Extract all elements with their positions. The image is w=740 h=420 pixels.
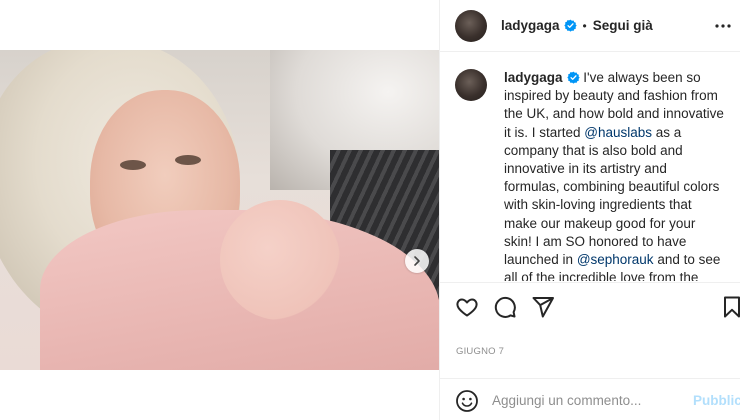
emoji-button[interactable]: [455, 389, 479, 413]
save-button[interactable]: [718, 293, 740, 321]
author-avatar[interactable]: [455, 9, 487, 42]
mention-sephorauk[interactable]: @sephorauk: [577, 252, 654, 267]
post-date[interactable]: GIUGNO 7: [456, 346, 504, 357]
comment-icon: [494, 296, 516, 318]
post-header: ladygaga • Segui già: [440, 0, 740, 52]
like-button[interactable]: [453, 293, 481, 321]
caption-text: ladygaga I've always been so inspired by…: [504, 69, 724, 281]
verified-badge-icon: [563, 19, 577, 32]
heart-icon: [456, 298, 478, 317]
post-photo[interactable]: [0, 50, 439, 370]
comment-input[interactable]: [492, 389, 682, 411]
photo-right-eye: [175, 155, 201, 165]
more-horizontal-icon: [715, 24, 731, 28]
caption-username[interactable]: ladygaga: [504, 70, 563, 85]
caption-author-avatar[interactable]: [455, 69, 487, 101]
photo-left-eye: [120, 160, 146, 170]
mention-hauslabs[interactable]: @hauslabs: [584, 125, 652, 140]
following-button[interactable]: Segui già: [593, 18, 653, 33]
carousel-next-button[interactable]: [405, 249, 429, 273]
chevron-right-icon: [414, 256, 420, 266]
post-media-column: [0, 0, 439, 420]
photo-hand: [220, 200, 340, 320]
caption-row: ladygaga I've always been so inspired by…: [440, 53, 740, 281]
post-side-panel: ladygaga • Segui già ladygaga I've alway…: [439, 0, 740, 420]
author-username[interactable]: ladygaga: [501, 18, 560, 33]
comment-button[interactable]: [491, 293, 519, 321]
verified-badge-icon: [566, 71, 580, 84]
share-button[interactable]: [529, 293, 557, 321]
send-icon: [532, 297, 554, 318]
action-bar: [440, 282, 740, 332]
publish-button[interactable]: Pubblica: [693, 393, 740, 408]
caption-body-2: as a company that is also bold and innov…: [504, 124, 720, 268]
more-options-button[interactable]: [713, 16, 733, 36]
header-separator: •: [582, 18, 587, 33]
emoji-icon: [456, 390, 478, 412]
caption-section: ladygaga I've always been so inspired by…: [440, 53, 740, 281]
bookmark-icon: [724, 296, 740, 318]
add-comment-bar: Pubblica: [440, 378, 740, 420]
